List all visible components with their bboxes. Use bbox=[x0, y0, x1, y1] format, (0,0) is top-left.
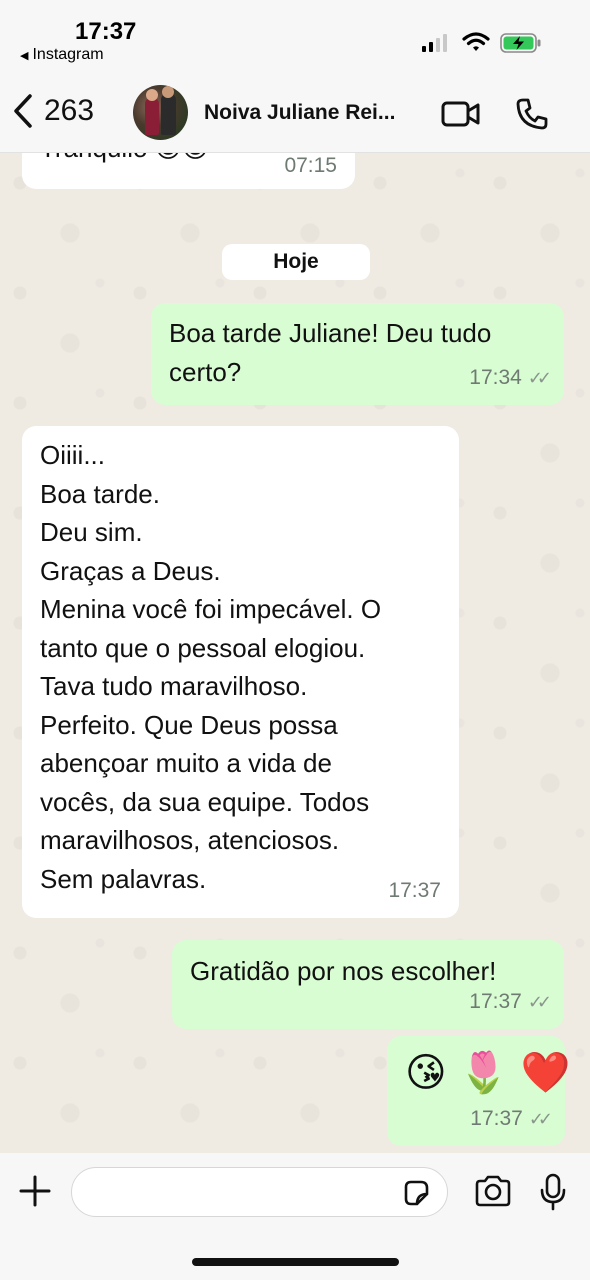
input-bar bbox=[0, 1153, 590, 1280]
chat-header: 263 Noiva Juliane Rei... bbox=[0, 75, 590, 153]
video-call-button[interactable] bbox=[441, 100, 481, 133]
message-line: Oiiii... bbox=[40, 440, 105, 470]
back-to-app-link[interactable]: ◀ Instagram bbox=[20, 46, 104, 64]
message-line: Perfeito. Que Deus possa bbox=[40, 709, 338, 740]
message-time: 17:34 bbox=[469, 365, 522, 389]
message-line: Boa tarde Juliane! Deu tudo bbox=[169, 318, 492, 348]
battery-charging-icon bbox=[500, 33, 541, 53]
microphone-button[interactable] bbox=[539, 1173, 567, 1216]
read-receipt-icon: ✓✓ bbox=[527, 991, 552, 1012]
read-receipt-icon: ✓✓ bbox=[527, 367, 552, 388]
message-time: 17:37 bbox=[470, 1106, 523, 1130]
voice-call-button[interactable] bbox=[515, 97, 549, 136]
message-bubble-outgoing[interactable]: Boa tarde Juliane! Deu tudo certo? 17:34… bbox=[151, 303, 564, 405]
message-time: 07:15 bbox=[284, 153, 337, 177]
back-arrow-icon: ◀ bbox=[20, 50, 29, 62]
sticker-button[interactable] bbox=[402, 1179, 430, 1212]
heart-emoji: ❤️ bbox=[520, 1051, 571, 1095]
attach-button[interactable] bbox=[17, 1173, 53, 1214]
message-text: Tranquilo 😊😊 bbox=[40, 153, 209, 163]
chat-area[interactable]: Tranquilo 😊😊 07:15 Hoje Boa tarde Julian… bbox=[0, 153, 590, 1153]
message-line: Menina você foi impecável. O bbox=[40, 594, 382, 624]
avatar[interactable] bbox=[133, 85, 188, 140]
contact-name[interactable]: Noiva Juliane Rei... bbox=[204, 101, 424, 125]
message-line: Boa tarde. bbox=[40, 478, 160, 509]
sticker-icon bbox=[404, 1180, 429, 1206]
message-bubble-outgoing[interactable]: 😘 🌷 ❤️ 17:37 ✓✓ bbox=[387, 1036, 570, 1146]
message-time: 17:37 bbox=[469, 989, 522, 1013]
message-line: Deu sim. bbox=[40, 517, 143, 547]
message-time: 17:37 bbox=[388, 878, 441, 902]
camera-button[interactable] bbox=[474, 1175, 512, 1212]
chevron-left-icon bbox=[14, 94, 32, 128]
message-line: Graças a Deus. bbox=[40, 555, 221, 586]
message-line: Tava tudo maravilhoso. bbox=[40, 671, 308, 701]
message-bubble-incoming[interactable]: Oiiii... Boa tarde. Deu sim. Graças a De… bbox=[22, 426, 459, 918]
status-bar: 17:37 ◀ Instagram bbox=[0, 0, 590, 75]
status-time: 17:37 bbox=[75, 18, 137, 45]
plus-icon bbox=[19, 1175, 51, 1207]
date-separator: Hoje bbox=[222, 244, 370, 280]
message-bubble-outgoing[interactable]: Gratidão por nos escolher! 17:37 ✓✓ bbox=[172, 940, 564, 1029]
message-line: Sem palavras. bbox=[40, 863, 207, 894]
message-bubble-incoming[interactable]: Tranquilo 😊😊 07:15 bbox=[22, 153, 355, 189]
camera-icon bbox=[475, 1175, 511, 1207]
message-line: abençoar muito a vida de bbox=[40, 748, 332, 778]
message-line: maravilhosos, atenciosos. bbox=[40, 825, 340, 855]
message-line: vocês, da sua equipe. Todos bbox=[40, 786, 370, 817]
signal-icon bbox=[422, 34, 447, 52]
microphone-icon bbox=[540, 1173, 566, 1211]
read-receipt-icon: ✓✓ bbox=[528, 1108, 553, 1129]
back-app-label: Instagram bbox=[32, 46, 104, 63]
wifi-icon bbox=[462, 32, 490, 51]
message-line: tanto que o pessoal elogiou. bbox=[40, 632, 366, 663]
back-button[interactable]: 263 bbox=[12, 93, 94, 129]
message-input[interactable] bbox=[71, 1167, 448, 1217]
kissing-face-emoji: 😘 bbox=[405, 1051, 447, 1095]
phone-icon bbox=[516, 98, 548, 130]
tulip-emoji: 🌷 bbox=[458, 1051, 509, 1095]
unread-count: 263 bbox=[44, 94, 95, 127]
home-indicator[interactable] bbox=[192, 1258, 399, 1266]
video-call-icon bbox=[441, 101, 480, 127]
